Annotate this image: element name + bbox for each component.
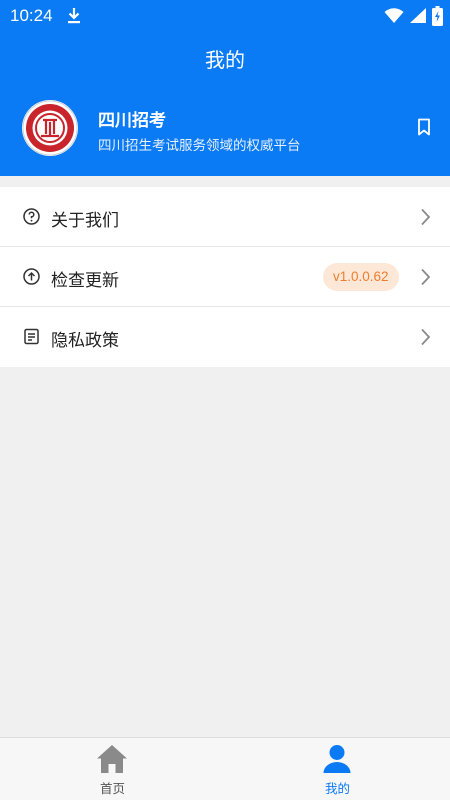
tab-mine[interactable]: 我的 [225,738,450,800]
wifi-icon [384,8,404,28]
profile-name: 四川招考 [98,111,166,131]
chevron-right-icon [420,328,431,350]
bottom-tab-bar: 首页 我的 [0,737,450,800]
menu-item-about-us[interactable]: 关于我们 [0,187,450,247]
profile-description: 四川招生考试服务领域的权威平台 [98,138,301,154]
home-icon [96,744,128,778]
chevron-right-icon [420,208,431,230]
chevron-right-icon [420,268,431,290]
status-bar: 10:24 [0,0,450,32]
question-circle-icon [23,208,40,229]
download-icon [66,7,82,29]
menu-item-privacy-policy[interactable]: 隐私政策 [0,307,450,367]
avatar-logo [22,100,78,156]
settings-menu: 关于我们 检查更新 v1.0.0.62 隐私政策 [0,187,450,367]
tab-label: 我的 [324,781,350,796]
menu-item-label: 关于我们 [51,211,119,231]
bookmark-icon[interactable] [416,118,432,140]
app-header: 我的 [0,32,450,84]
menu-item-label: 检查更新 [51,271,119,291]
signal-icon [409,7,427,28]
document-icon [23,328,40,349]
battery-charging-icon [432,6,443,30]
menu-item-check-update[interactable]: 检查更新 v1.0.0.62 [0,247,450,307]
profile-card: 四川招考 四川招生考试服务领域的权威平台 [0,84,450,176]
user-icon [321,744,353,778]
page-title: 我的 [205,48,245,72]
tab-label: 首页 [99,781,125,796]
menu-item-label: 隐私政策 [51,331,119,351]
status-time: 10:24 [10,6,53,25]
arrow-up-circle-icon [23,268,40,289]
tab-home[interactable]: 首页 [0,738,225,800]
version-badge: v1.0.0.62 [323,263,399,291]
